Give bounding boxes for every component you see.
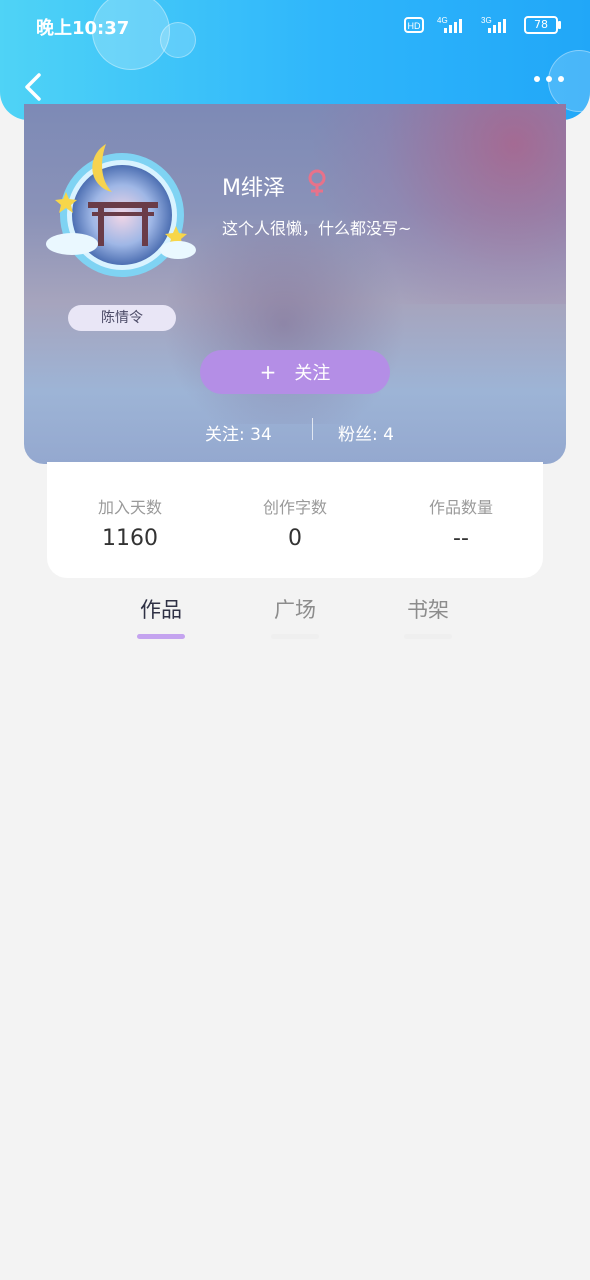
info-join-days: 加入天数 1160: [55, 494, 205, 551]
female-icon: [308, 169, 326, 196]
3g-signal-icon: 3G: [481, 16, 506, 33]
chevron-left-icon: [25, 73, 41, 101]
content-tabs: 作品 广场 书架: [0, 590, 590, 650]
back-button[interactable]: [18, 70, 48, 104]
more-dot: [546, 76, 552, 82]
status-icons: HD 4G 3G 78: [404, 16, 561, 34]
svg-text:3G: 3G: [481, 16, 492, 25]
more-button[interactable]: [534, 76, 564, 82]
svg-text:HD: HD: [408, 21, 421, 31]
avatar-badge: 陈情令: [68, 305, 176, 331]
tab-underline: [404, 634, 452, 639]
tab-bookshelf[interactable]: 书架: [388, 594, 468, 624]
info-word-count: 创作字数 0: [220, 494, 370, 551]
info-value: 0: [288, 526, 302, 551]
tab-square[interactable]: 广场: [255, 594, 335, 624]
hd-icon: HD: [404, 17, 424, 33]
status-time: 晚上10:37: [36, 18, 130, 39]
info-label: 加入天数: [97, 498, 162, 517]
4g-signal-icon: 4G: [437, 16, 462, 33]
tab-underline: [271, 634, 319, 639]
stats-divider: [312, 418, 313, 440]
info-panel: 加入天数 1160 创作字数 0 作品数量 --: [47, 462, 543, 578]
following-count[interactable]: 关注: 34: [205, 420, 272, 445]
username: M绯泽: [222, 176, 285, 201]
followers-count[interactable]: 粉丝: 4: [338, 420, 394, 445]
info-label: 创作字数: [262, 498, 327, 517]
tab-underline-active: [137, 634, 185, 639]
follow-button-label: 关注: [294, 363, 331, 384]
battery-icon: 78: [524, 16, 561, 34]
follow-button[interactable]: + 关注: [200, 350, 390, 394]
more-dot: [534, 76, 540, 82]
info-value: --: [453, 526, 469, 551]
avatar[interactable]: [44, 130, 196, 280]
info-label: 作品数量: [428, 498, 493, 517]
top-header: 晚上10:37 HD 4G 3G 78: [0, 0, 590, 120]
svg-text:4G: 4G: [437, 16, 448, 25]
tab-works[interactable]: 作品: [121, 594, 201, 624]
info-works-count: 作品数量 --: [386, 494, 536, 551]
more-dot: [558, 76, 564, 82]
info-value: 1160: [102, 526, 158, 551]
decor-bubble: [160, 22, 196, 58]
plus-icon: +: [259, 360, 277, 384]
bio-text: 这个人很懒，什么都没写~: [222, 219, 412, 238]
